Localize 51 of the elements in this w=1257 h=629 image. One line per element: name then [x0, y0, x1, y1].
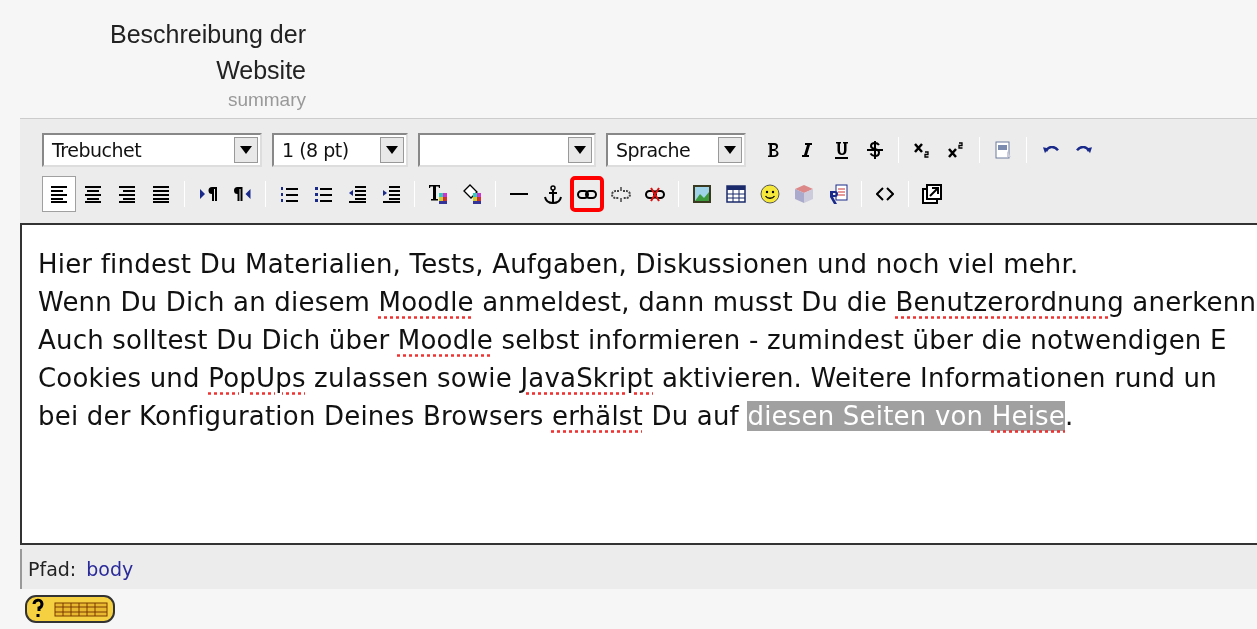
italic-icon [801, 142, 813, 158]
text-line: Cookies und PopUps zulassen sowie JavaSkript aktivieren. Weitere Informationen rund un [38, 362, 1218, 395]
bold-icon [766, 142, 780, 158]
left-to-right-icon [198, 186, 218, 202]
cube-icon [794, 184, 814, 204]
fullscreen-icon [922, 184, 942, 204]
dropdown[interactable]: 1 (8 pt) [272, 133, 408, 167]
dropdown[interactable] [418, 133, 596, 167]
document-replace-icon [828, 183, 848, 205]
text-line: Auch solltest Du Dich über Moodle selbst informieren - zumindest über die notwendigen E [38, 324, 1228, 357]
indent-icon [381, 184, 401, 204]
redo-icon [1075, 145, 1093, 155]
align-left-icon [50, 184, 68, 204]
paint-bucket-icon [462, 183, 482, 205]
horizontal-rule-icon [509, 192, 529, 196]
justify-icon [152, 184, 170, 204]
strikethrough-icon [866, 140, 884, 160]
align-right-icon [118, 184, 136, 204]
table-icon [726, 185, 746, 203]
dropdown[interactable]: Sprache [606, 133, 746, 167]
subscript-icon [914, 142, 930, 158]
superscript-icon [948, 142, 964, 158]
chain-link-icon [577, 189, 597, 199]
document-icon [994, 141, 1012, 159]
align-left-button[interactable] [42, 176, 76, 212]
text-color-icon [428, 183, 448, 205]
field-label: Beschreibung der [109, 19, 306, 50]
bullet-list-icon [313, 185, 333, 203]
right-to-left-icon [232, 186, 252, 202]
link-button[interactable] [570, 176, 604, 212]
text-line: bei der Konfiguration Deines Browsers erhälst Du auf diesen Seiten von Heise. [38, 400, 1075, 433]
field-label: Website [215, 55, 306, 86]
numbered-list-icon [279, 185, 299, 203]
text-line: Hier findest Du Materialien, Tests, Aufgaben, Diskussionen und noch viel mehr. [38, 248, 1080, 281]
image-icon [692, 184, 712, 204]
undo-icon [1041, 145, 1059, 155]
path-label: Pfad: [28, 556, 77, 582]
code-brackets-icon [876, 187, 894, 201]
dropdown[interactable]: Trebuchet [42, 133, 262, 167]
chain-link-cross-icon [645, 186, 665, 202]
broken-link-icon [611, 185, 631, 203]
path-link[interactable]: body [86, 554, 134, 584]
editor-content[interactable] [20, 223, 1257, 545]
align-center-icon [84, 184, 102, 204]
help-keyboard-icon[interactable] [25, 595, 115, 623]
underline-icon [833, 140, 849, 160]
anchor-icon [544, 184, 562, 204]
field-sublabel: summary [226, 88, 306, 112]
outdent-icon [347, 184, 367, 204]
text-line: Wenn Du Dich an diesem Moodle anmeldest, dann musst Du die Benutzerordnung anerkenn [38, 286, 1257, 319]
smiley-icon [760, 184, 780, 204]
